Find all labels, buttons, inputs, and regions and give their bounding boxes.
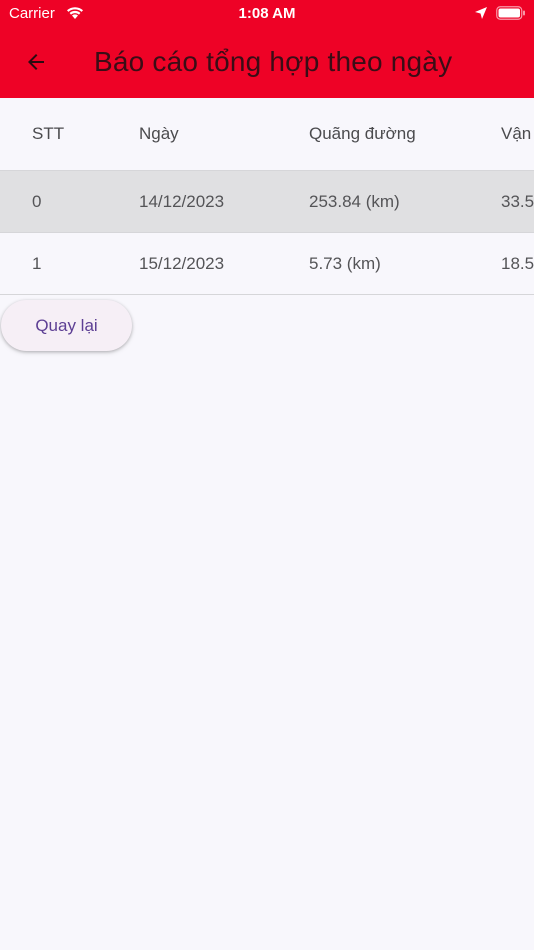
- cell-distance: 253.84 (km): [309, 191, 400, 211]
- app-bar: Carrier 1:08 AM Báo cáo tổng hợp theo ng…: [0, 0, 534, 98]
- status-bar: Carrier 1:08 AM: [0, 0, 534, 28]
- back-action-button[interactable]: Quay lại: [1, 300, 132, 351]
- table-header: STT Ngày Quãng đường Vận: [0, 98, 534, 171]
- cell-speed: 33.5: [501, 191, 534, 211]
- location-arrow-icon: [474, 6, 488, 24]
- cell-distance: 5.73 (km): [309, 253, 381, 273]
- cell-date: 14/12/2023: [139, 191, 225, 211]
- table-row[interactable]: 1 15/12/2023 5.73 (km) 18.5: [0, 233, 534, 295]
- column-header-date: Ngày: [139, 124, 179, 143]
- page-title: Báo cáo tổng hợp theo ngày: [94, 46, 453, 77]
- battery-icon: [496, 6, 526, 24]
- report-table: STT Ngày Quãng đường Vận 0 14/12/2023 25…: [0, 98, 534, 295]
- column-header-stt: STT: [32, 124, 65, 143]
- column-header-distance: Quãng đường: [309, 124, 416, 143]
- toolbar: Báo cáo tổng hợp theo ngày: [0, 28, 534, 98]
- arrow-back-icon: [24, 50, 48, 79]
- status-time: 1:08 AM: [238, 5, 296, 22]
- cell-stt: 0: [32, 191, 42, 211]
- table-row[interactable]: 0 14/12/2023 253.84 (km) 33.5: [0, 171, 534, 233]
- back-button[interactable]: [16, 44, 56, 84]
- column-header-speed: Vận: [501, 124, 532, 143]
- cell-stt: 1: [32, 253, 42, 273]
- cell-speed: 18.5: [501, 253, 534, 273]
- cell-date: 15/12/2023: [139, 253, 225, 273]
